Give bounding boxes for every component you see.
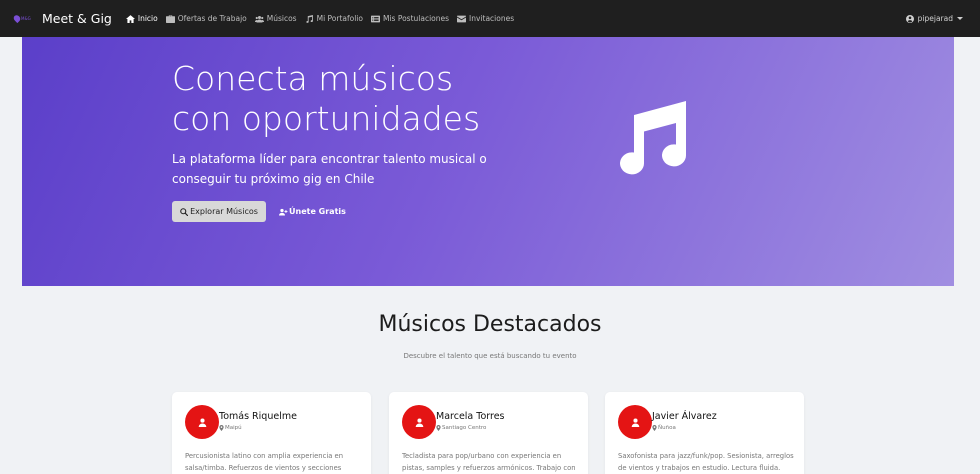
- music-icon: [612, 101, 688, 177]
- search-icon: [180, 207, 189, 216]
- musician-name: Tomás Riquelme: [219, 411, 297, 422]
- user-icon: [198, 418, 206, 427]
- hero-subtitle: La plataforma líder para encontrar talen…: [172, 152, 487, 186]
- avatar: [185, 405, 219, 439]
- user-menu-dropdown[interactable]: pipejarad: [905, 0, 963, 37]
- nav-label: Ofertas de Trabajo: [177, 14, 247, 23]
- nav-label: Mis Postulaciones: [382, 14, 450, 23]
- top-navbar: M&G Meet & Gig Inicio Ofertas de Trabajo…: [0, 0, 980, 37]
- user-plus-icon: [279, 208, 288, 215]
- explore-musicians-button[interactable]: Explorar Músicos: [172, 201, 266, 222]
- musician-description: Saxofonista para jazz/funk/pop. Sesionis…: [618, 452, 794, 472]
- location-text: Santiago Centro: [442, 425, 487, 431]
- nav-label: Invitaciones: [469, 14, 515, 23]
- location-text: Maipú: [225, 425, 242, 431]
- chevron-down-icon: [957, 17, 963, 20]
- musician-description: Percusionista latino con amplia experien…: [185, 452, 344, 472]
- nav-item-portafolio[interactable]: Mi Portafolio: [305, 14, 363, 23]
- map-pin-icon: [652, 425, 657, 431]
- musician-card[interactable]: Tomás Riquelme Maipú Percusionista latin…: [172, 392, 371, 474]
- musician-location: Santiago Centro: [436, 425, 486, 431]
- join-button-label: Únete Gratis: [289, 207, 346, 216]
- briefcase-icon: [165, 14, 175, 23]
- main-nav: Inicio Ofertas de Trabajo Músicos Mi Por…: [125, 14, 522, 23]
- user-icon: [415, 418, 423, 427]
- map-pin-icon: [436, 425, 441, 431]
- avatar: [618, 405, 652, 439]
- featured-section-subtitle: Descubre el talento que está buscando tu…: [403, 352, 577, 360]
- hero-banner: Conecta músicos con oportunidades La pla…: [22, 37, 954, 286]
- musician-location: Ñuñoa: [652, 425, 676, 431]
- list-icon: [370, 15, 380, 23]
- brand-name: Meet & Gig: [42, 11, 112, 26]
- nav-item-invitaciones[interactable]: Invitaciones: [457, 14, 514, 23]
- musician-name: Marcela Torres: [436, 411, 505, 422]
- nav-item-postulaciones[interactable]: Mis Postulaciones: [370, 14, 450, 23]
- musician-description: Tecladista para pop/urbano con experienc…: [402, 452, 576, 472]
- envelope-icon: [457, 15, 467, 23]
- music-note-icon: [305, 14, 314, 23]
- home-icon: [125, 14, 135, 23]
- nav-item-ofertas[interactable]: Ofertas de Trabajo: [165, 14, 247, 23]
- avatar: [402, 405, 436, 439]
- musician-card[interactable]: Marcela Torres Santiago Centro Tecladist…: [389, 392, 588, 474]
- musician-location: Maipú: [219, 425, 242, 431]
- nav-label: Inicio: [137, 14, 158, 23]
- musician-name: Javier Álvarez: [652, 411, 717, 422]
- username: pipejarad: [917, 14, 953, 23]
- user-icon: [631, 418, 639, 427]
- map-pin-icon: [219, 425, 224, 431]
- nav-item-musicos[interactable]: Músicos: [254, 14, 297, 23]
- join-free-button[interactable]: Únete Gratis: [279, 201, 346, 222]
- brand-link[interactable]: M&G Meet & Gig: [12, 11, 112, 26]
- hero-title: Conecta músicos con oportunidades: [172, 59, 481, 138]
- nav-label: Músicos: [266, 14, 297, 23]
- explore-button-label: Explorar Músicos: [190, 207, 258, 216]
- nav-item-inicio[interactable]: Inicio: [125, 14, 158, 23]
- brand-logo-icon: M&G: [12, 13, 34, 24]
- musician-card[interactable]: Javier Álvarez Ñuñoa Saxofonista para ja…: [605, 392, 804, 474]
- users-icon: [254, 15, 264, 23]
- nav-label: Mi Portafolio: [316, 14, 363, 23]
- location-text: Ñuñoa: [658, 425, 676, 431]
- user-circle-icon: [905, 14, 914, 23]
- featured-section-title: Músicos Destacados: [378, 312, 602, 337]
